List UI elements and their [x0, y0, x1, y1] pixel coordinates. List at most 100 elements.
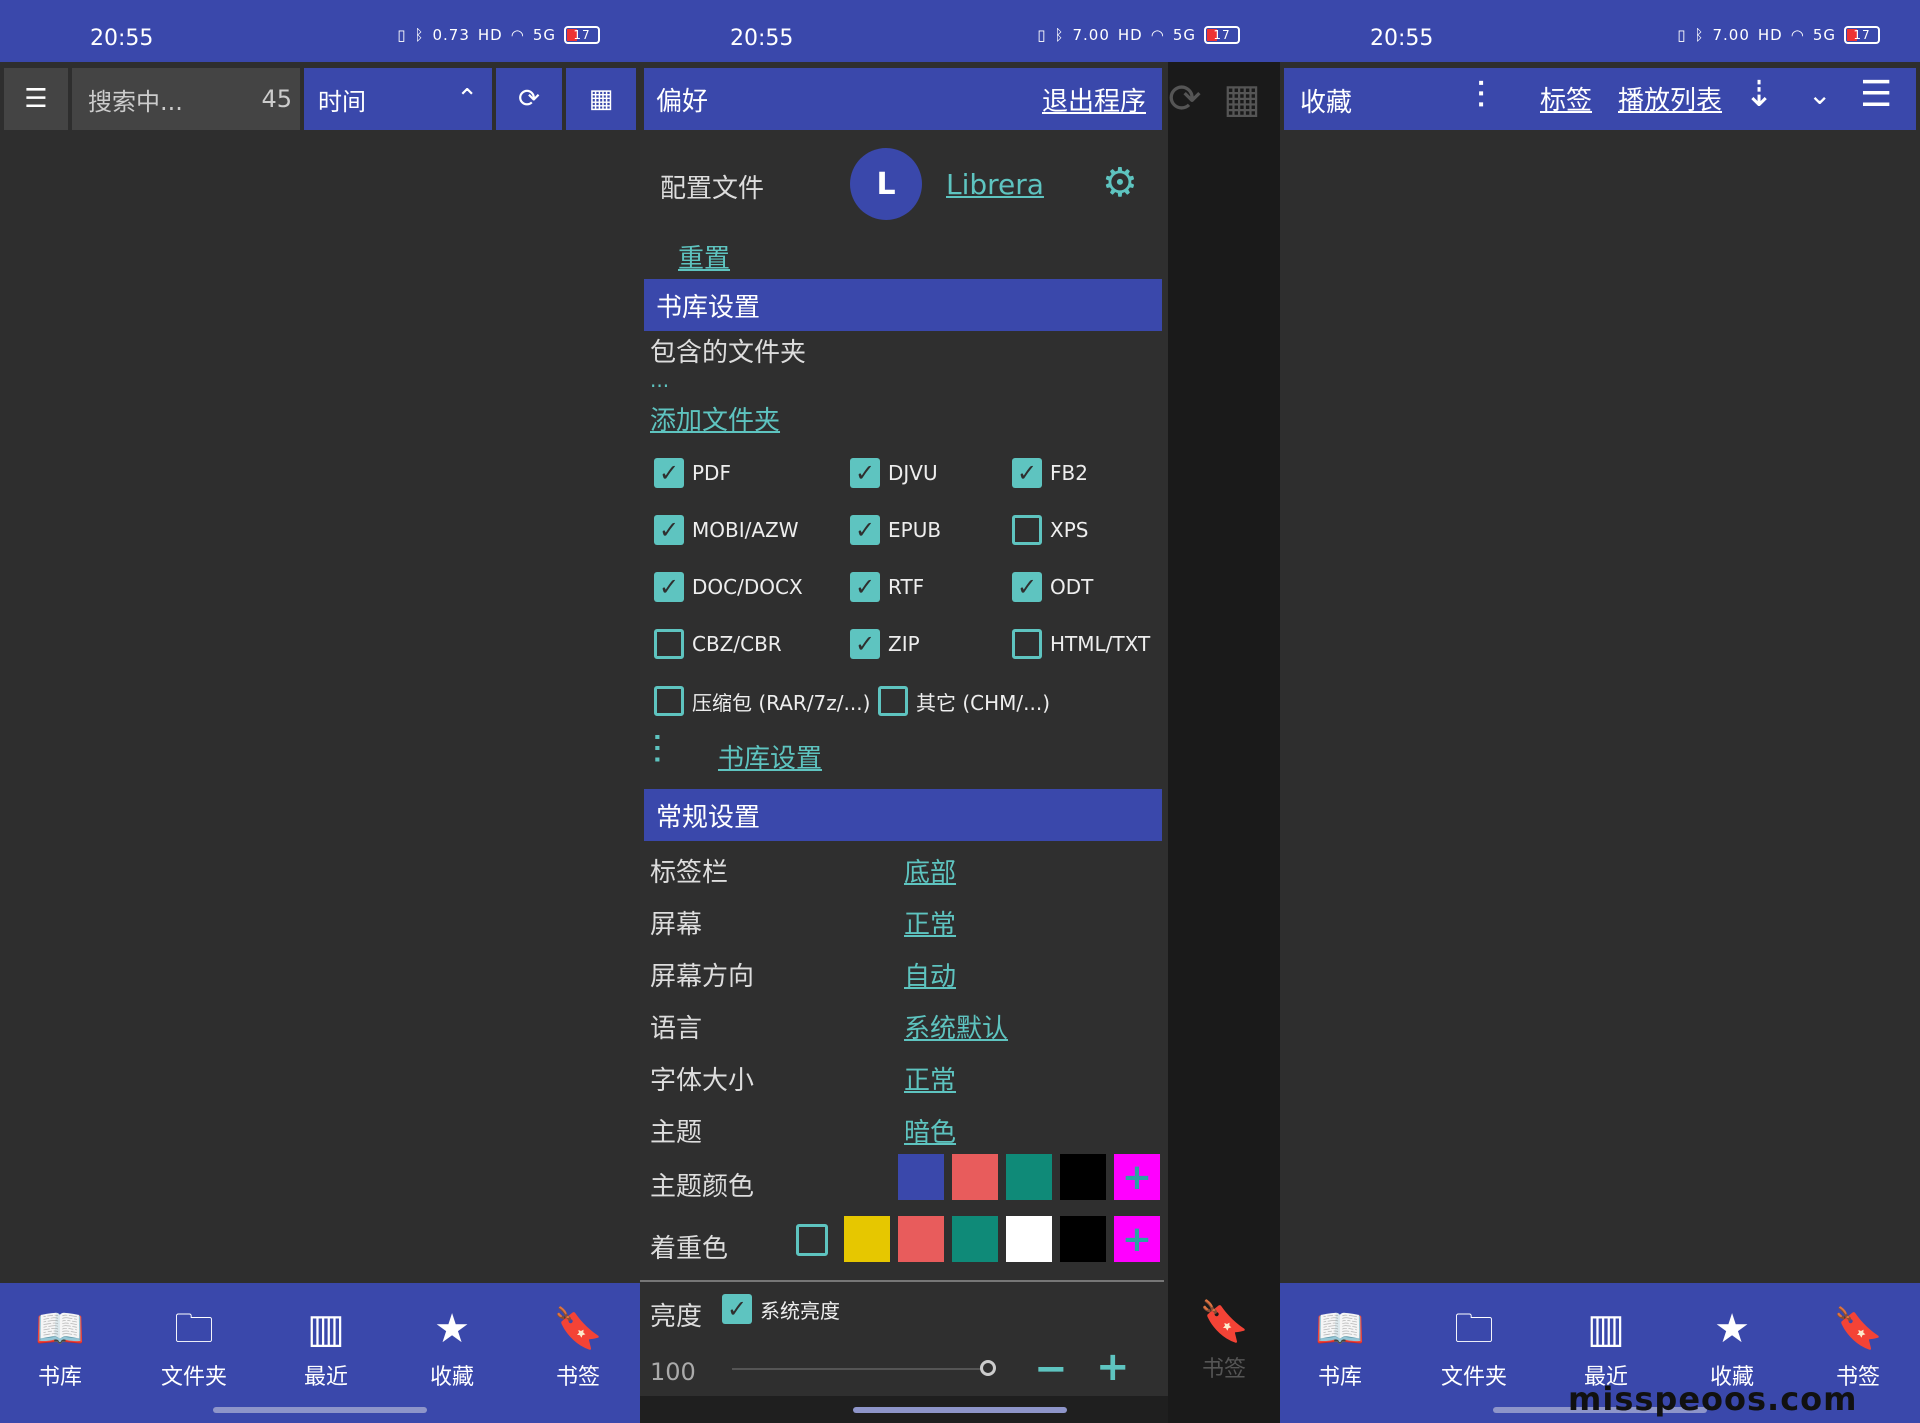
format-checkbox[interactable]: ✓ MOBI/AZW: [654, 515, 799, 545]
brightness-slider[interactable]: [732, 1368, 988, 1370]
brightness-value: 100: [650, 1358, 696, 1386]
color-swatch[interactable]: [898, 1154, 944, 1200]
format-checkbox[interactable]: ✓ ODT: [1012, 572, 1093, 602]
list-view-icon[interactable]: ☰: [1860, 74, 1892, 115]
nav-library[interactable]: 📖 书库: [0, 1303, 120, 1391]
add-color-icon[interactable]: +: [1114, 1154, 1160, 1200]
accent-none-checkbox[interactable]: [796, 1224, 828, 1256]
divider: [640, 1280, 1164, 1282]
avatar[interactable]: L: [850, 148, 922, 220]
bookmark-icon: 🔖: [1199, 1299, 1249, 1345]
color-swatch[interactable]: [1006, 1154, 1052, 1200]
color-swatch[interactable]: [844, 1216, 890, 1262]
star-icon: ★: [1714, 1306, 1750, 1352]
setting-value[interactable]: 暗色: [904, 1112, 956, 1149]
bookmark-icon: 🔖: [553, 1306, 603, 1352]
library-screen: 20:55 ▯ ᛒ 0.73 HD ◠ 5G 17 ☰ 搜索中... 45 时间…: [0, 0, 640, 1423]
bluetooth-icon: ᛒ: [1694, 26, 1705, 44]
color-swatch[interactable]: [952, 1154, 998, 1200]
folders-value[interactable]: ...: [650, 368, 669, 392]
brightness-label: 亮度: [650, 1302, 703, 1332]
setting-value[interactable]: 正常: [904, 904, 956, 941]
sort-desc-icon[interactable]: ⇣: [1744, 74, 1774, 115]
nav-recent[interactable]: ▥ 最近: [266, 1303, 386, 1391]
format-checkbox[interactable]: HTML/TXT: [1012, 629, 1150, 659]
watermark: misspeoos.com: [1568, 1380, 1858, 1418]
system-brightness-checkbox[interactable]: ✓ 系统亮度: [722, 1294, 840, 1324]
format-checkbox[interactable]: XPS: [1012, 515, 1088, 545]
format-checkbox[interactable]: ✓ ZIP: [850, 629, 920, 659]
format-checkbox[interactable]: 其它 (CHM/...): [878, 686, 1050, 716]
tags-button[interactable]: 标签: [1540, 80, 1592, 117]
folders-label: 包含的文件夹: [650, 338, 807, 368]
color-swatch[interactable]: [952, 1216, 998, 1262]
exit-button[interactable]: 退出程序: [1042, 81, 1146, 118]
sliders-icon[interactable]: ⫶: [652, 728, 662, 774]
nav-favorites[interactable]: ★ 收藏: [392, 1303, 512, 1391]
plus-icon[interactable]: +: [1096, 1344, 1130, 1390]
menu-icon[interactable]: ☰: [4, 68, 68, 130]
sliders-icon[interactable]: ⫶: [1476, 74, 1486, 119]
sort-button[interactable]: 时间 ⌃: [304, 68, 492, 130]
color-swatch[interactable]: [1060, 1154, 1106, 1200]
nav-folders[interactable]: 🗀 文件夹: [1414, 1303, 1534, 1391]
library-settings-link[interactable]: 书库设置: [718, 738, 822, 775]
nav-bookmarks[interactable]: 🔖 书签: [1798, 1303, 1918, 1391]
chevron-down-icon[interactable]: ⌄: [1808, 78, 1831, 111]
format-label: CBZ/CBR: [692, 632, 782, 656]
status-bar: 20:55 ▯ ᛒ 7.00 HD ◠ 5G 17: [640, 0, 1280, 62]
format-checkbox[interactable]: ✓ DJVU: [850, 458, 938, 488]
nav-bookmarks-dim: 🔖 书签: [1168, 1298, 1280, 1383]
format-checkbox[interactable]: ✓ EPUB: [850, 515, 941, 545]
color-swatch[interactable]: [898, 1216, 944, 1262]
nav-folders[interactable]: 🗀 文件夹: [134, 1303, 254, 1391]
status-bar: 20:55 ▯ ᛒ 0.73 HD ◠ 5G 17: [0, 0, 640, 62]
setting-value[interactable]: 底部: [904, 852, 956, 889]
format-checkbox[interactable]: ✓ FB2: [1012, 458, 1088, 488]
favorites-screen: 20:55 ▯ ᛒ 7.00 HD ◠ 5G 17 收藏 ⫶ 标签 播放列表 ⇣…: [1280, 0, 1920, 1423]
profile-name[interactable]: Librera: [946, 168, 1044, 201]
folder-icon: 🗀: [174, 1306, 214, 1352]
format-checkbox[interactable]: ✓ RTF: [850, 572, 924, 602]
home-indicator: [853, 1407, 1067, 1413]
setting-value[interactable]: 正常: [904, 1060, 956, 1097]
nav-bookmarks[interactable]: 🔖 书签: [518, 1303, 638, 1391]
slider-handle[interactable]: [980, 1360, 996, 1376]
format-checkbox[interactable]: ✓ PDF: [654, 458, 731, 488]
bottom-nav: 📖 书库 🗀 文件夹 ▥ 最近 ★ 收藏 🔖 书签: [0, 1283, 640, 1423]
search-input[interactable]: 搜索中... 45: [72, 68, 300, 130]
setting-label: 屏幕: [650, 910, 703, 940]
book-open-icon: 📖: [1315, 1306, 1365, 1352]
gear-icon[interactable]: ⚙: [1102, 160, 1138, 206]
format-label: ODT: [1050, 575, 1094, 599]
grid-icon[interactable]: ▦: [566, 68, 636, 130]
color-swatch[interactable]: [1006, 1216, 1052, 1262]
drawer-title: 偏好: [656, 86, 709, 117]
color-swatch[interactable]: [1060, 1216, 1106, 1262]
nav-library[interactable]: 📖 书库: [1280, 1303, 1400, 1391]
playlist-button[interactable]: 播放列表: [1618, 80, 1722, 117]
nav-favorites[interactable]: ★ 收藏: [1672, 1303, 1792, 1391]
wifi-icon: ◠: [1790, 26, 1805, 44]
add-folder-link[interactable]: 添加文件夹: [650, 400, 780, 437]
battery-icon: 17: [564, 26, 600, 44]
format-checkbox[interactable]: CBZ/CBR: [654, 629, 782, 659]
dimmed-background[interactable]: ⟳ ▦ 🔖 书签: [1168, 62, 1280, 1423]
vibrate-icon: ▯: [397, 26, 407, 44]
minus-icon[interactable]: −: [1034, 1346, 1068, 1392]
setting-label: 主题: [650, 1118, 703, 1148]
format-label: 压缩包 (RAR/7z/...): [692, 690, 871, 715]
add-color-icon[interactable]: +: [1114, 1216, 1160, 1262]
setting-label: 字体大小: [650, 1066, 755, 1096]
nav-recent[interactable]: ▥ 最近: [1546, 1303, 1666, 1391]
format-label: MOBI/AZW: [692, 518, 799, 542]
refresh-icon[interactable]: ⟳: [496, 68, 562, 130]
format-checkbox[interactable]: 压缩包 (RAR/7z/...): [654, 686, 870, 716]
net-speed: 0.73: [432, 26, 470, 44]
sort-label: 时间: [318, 87, 366, 116]
format-checkbox[interactable]: ✓ DOC/DOCX: [654, 572, 803, 602]
setting-value[interactable]: 系统默认: [904, 1008, 1008, 1045]
book-open-icon: 📖: [35, 1306, 85, 1352]
reset-link[interactable]: 重置: [678, 238, 730, 275]
setting-value[interactable]: 自动: [904, 956, 956, 993]
